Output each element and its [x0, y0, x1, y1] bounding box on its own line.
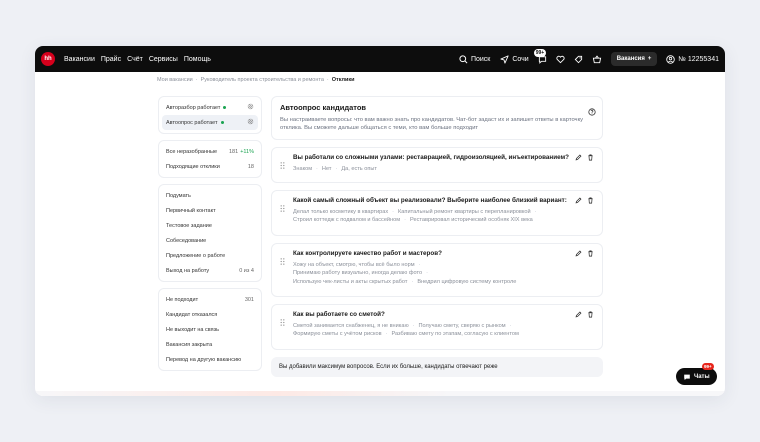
page-title: Автоопрос кандидатов — [280, 103, 367, 112]
active-status-dot — [220, 121, 224, 124]
trash-icon[interactable] — [587, 311, 594, 318]
sidebar-item-transfer[interactable]: Перевод на другую вакансию — [162, 352, 258, 367]
question-title: Как контролируете качество работ и масте… — [293, 250, 442, 257]
notification-badge: 99+ — [533, 48, 547, 57]
city-label: Сочи — [512, 55, 529, 63]
max-questions-notice: Вы добавили максимум вопросов. Если их б… — [271, 357, 603, 377]
search-icon — [459, 54, 468, 63]
edit-icon[interactable] — [575, 197, 582, 204]
search-button[interactable]: Поиск — [459, 54, 491, 64]
question-title: Вы работали со сложными узлами: реставра… — [293, 154, 570, 161]
sidebar-item-not-suitable[interactable]: Не подходит 301 — [162, 292, 258, 307]
unsorted-delta: +11% — [240, 148, 254, 155]
edit-icon[interactable] — [575, 311, 582, 318]
trash-icon[interactable] — [587, 197, 594, 204]
account-menu[interactable]: № 12255341 — [666, 54, 719, 64]
basket-icon — [592, 54, 601, 63]
sidebar-item-vacancy-closed[interactable]: Вакансия закрыта — [162, 337, 258, 352]
sidebar-item-suitable[interactable]: Подходящие отклики 18 — [162, 159, 258, 174]
tag-icon — [574, 55, 582, 63]
user-icon — [666, 54, 676, 64]
sidebar-item-auto-survey[interactable]: Автоопрос работает — [162, 115, 258, 130]
sidebar-item-unsorted[interactable]: Все неразобранные 181 +11% — [162, 144, 258, 159]
location-arrow-icon — [500, 54, 509, 64]
nav-invoice[interactable]: Счёт — [127, 56, 143, 63]
nav-vacancies[interactable]: Вакансии — [64, 56, 95, 63]
nav-price[interactable]: Прайс — [101, 56, 121, 63]
unsorted-count: 181 +11% — [229, 148, 254, 155]
app-window: hh Вакансии Прайс Счёт Сервисы Помощь По… — [35, 46, 725, 396]
gear-icon[interactable] — [247, 103, 254, 112]
rejects-card: Не подходит 301 Кандидат отказался Не вых… — [158, 288, 262, 371]
suitable-count: 18 — [247, 163, 254, 170]
sidebar-item-no-contact[interactable]: Не выходит на связь — [162, 322, 258, 337]
stages-card: Подумать Первичный контакт Тестовое зада… — [158, 184, 262, 282]
active-status-dot — [223, 106, 227, 109]
main-content: Автоопрос кандидатов Вы настраиваете воп… — [271, 96, 603, 377]
footer-strip — [35, 391, 725, 396]
edit-icon[interactable] — [575, 250, 582, 257]
answer-options: Сметой занимается снабженец, я не вникаю… — [293, 323, 519, 338]
drag-handle-icon[interactable] — [280, 252, 285, 270]
trash-icon[interactable] — [587, 250, 594, 257]
sidebar-item-first-contact[interactable]: Первичный контакт — [162, 203, 258, 218]
question-card: Вы работали со сложными узлами: реставра… — [271, 147, 603, 183]
trash-icon[interactable] — [587, 154, 594, 161]
question-title: Какой самый сложный объект вы реализовал… — [293, 197, 567, 204]
question-tools — [570, 250, 594, 257]
gear-icon[interactable] — [247, 118, 254, 127]
heart-icon — [556, 55, 565, 63]
messages-button[interactable]: 99+ — [533, 48, 547, 64]
sidebar-item-onboarding[interactable]: Выход на работу 0 из 4 — [162, 263, 258, 278]
sidebar-item-test-task[interactable]: Тестовое задание — [162, 218, 258, 233]
breadcrumb-current: Отклики — [331, 77, 355, 83]
automation-card: Авторазбор работает Автоопрос работает — [158, 96, 262, 134]
drag-handle-icon[interactable] — [280, 199, 285, 217]
chat-icon — [684, 374, 690, 380]
sidebar-item-offer[interactable]: Предложение о работе — [162, 248, 258, 263]
answer-options: Хожу на объект, смотрю, чтобы всё было н… — [293, 262, 517, 285]
drag-handle-icon[interactable] — [280, 156, 285, 174]
sidebar-item-candidate-declined[interactable]: Кандидат отказался — [162, 307, 258, 322]
city-button[interactable]: Сочи — [500, 54, 529, 64]
create-vacancy-label: Вакансия — [616, 56, 645, 62]
question-card: Как контролируете качество работ и масте… — [271, 243, 603, 297]
breadcrumb-vacancy[interactable]: Руководитель проекта строительства и рем… — [201, 77, 324, 83]
sidebar-item-interview[interactable]: Собеседование — [162, 233, 258, 248]
question-tools — [570, 154, 594, 161]
sidebar: Авторазбор работает Автоопрос работает В… — [158, 96, 262, 377]
hh-logo[interactable]: hh — [41, 52, 55, 66]
edit-icon[interactable] — [575, 154, 582, 161]
sidebar-item-think[interactable]: Подумать — [162, 188, 258, 203]
plus-icon: + — [647, 56, 652, 62]
chats-badge: 99+ — [701, 363, 714, 370]
question-card: Какой самый сложный объект вы реализовал… — [271, 190, 603, 236]
nav-help[interactable]: Помощь — [184, 56, 211, 63]
favorites-button[interactable] — [556, 55, 565, 64]
answer-options: Делал только косметику в квартирах · Капит… — [293, 209, 537, 224]
chats-button[interactable]: 99+ Чаты — [676, 363, 717, 385]
question-tools — [570, 311, 594, 318]
answer-options: Знаком · Нет · Да, есть опыт — [293, 166, 377, 172]
nav-services[interactable]: Сервисы — [149, 56, 178, 63]
drag-handle-icon[interactable] — [280, 313, 285, 331]
account-id: № 12255341 — [678, 55, 719, 63]
tag-button[interactable] — [574, 55, 583, 64]
breadcrumb-vacancies[interactable]: Мои вакансии — [157, 77, 193, 83]
survey-intro-card: Автоопрос кандидатов Вы настраиваете воп… — [271, 96, 603, 140]
survey-description: Вы настраиваете вопросы: что вам важно з… — [280, 117, 584, 132]
counts-card: Все неразобранные 181 +11% Подходящие отк… — [158, 140, 262, 178]
cart-button[interactable] — [592, 54, 602, 64]
chats-label: Чаты — [694, 373, 710, 380]
help-icon[interactable] — [588, 103, 596, 121]
question-title: Как вы работаете со сметой? — [293, 311, 385, 318]
top-header: hh Вакансии Прайс Счёт Сервисы Помощь По… — [35, 46, 725, 72]
question-card: Как вы работаете со сметой? Сметой заним… — [271, 304, 603, 350]
create-vacancy-button[interactable]: Вакансия + — [610, 52, 658, 66]
question-tools — [570, 197, 594, 204]
sidebar-item-auto-sort[interactable]: Авторазбор работает — [162, 100, 258, 115]
breadcrumb: Мои вакансии · Руководитель проекта стро… — [157, 77, 355, 83]
search-label: Поиск — [470, 55, 491, 63]
